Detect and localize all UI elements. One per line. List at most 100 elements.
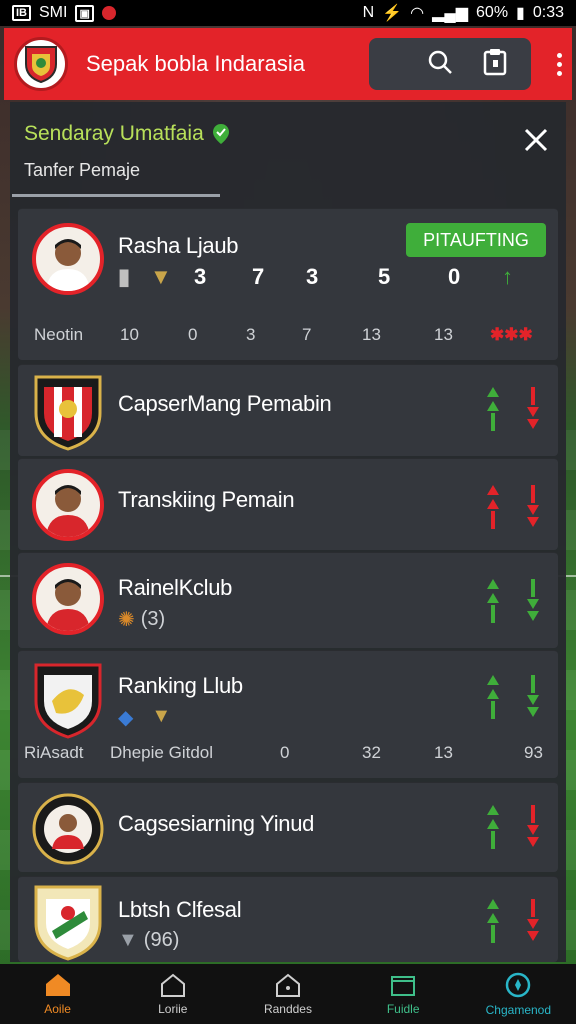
trend-down-icon <box>527 485 539 527</box>
list-item-name: Cagsesiarning Yinud <box>118 811 315 836</box>
numbers-label: Neotin <box>34 325 84 344</box>
number-value: 13 <box>362 325 381 344</box>
app-title: Sepak bobla Indarasia <box>86 51 305 76</box>
sim-icon: IB <box>12 5 31 21</box>
search-icon[interactable] <box>427 49 453 80</box>
nav-item-randdes[interactable]: Randdes <box>238 972 338 1016</box>
status-badge[interactable]: PITAUFTING <box>406 223 546 257</box>
nav-item-fuidle[interactable]: Fuidle <box>353 972 453 1016</box>
trend-down-icon <box>527 675 539 717</box>
nav-item-home[interactable]: Aoile <box>8 972 108 1016</box>
shield-icon: ▼ <box>151 705 172 727</box>
battery-level: 60% <box>476 4 509 21</box>
player-avatar <box>32 469 104 541</box>
location-pin-icon <box>212 124 229 144</box>
shield-icon: ▼ <box>150 264 172 289</box>
signal-icon: ▂▄▆ <box>432 5 469 22</box>
trend-up-icon <box>487 899 499 943</box>
list-item[interactable]: Lbtsh Clfesal ▼ (96) <box>18 876 558 962</box>
number-value: 0 <box>188 325 198 344</box>
list-item-name: CapserMang Pemabin <box>118 391 332 416</box>
stat-value: 3 <box>194 264 207 289</box>
number-value: 7 <box>302 325 312 344</box>
app-notification-icon <box>101 6 116 20</box>
house-outline-icon <box>160 973 185 997</box>
vibrate-icon: ⚡ <box>382 5 403 22</box>
trend-down-icon <box>527 579 539 621</box>
club-crest-icon <box>34 885 102 961</box>
home-badge-icon <box>275 973 300 997</box>
trend-down-icon <box>527 805 539 847</box>
panel-title-text: Sendaray Umatfaia <box>24 122 204 145</box>
list-item[interactable]: CapserMang Pemabin <box>18 364 558 456</box>
battery-icon: ▮ <box>516 5 525 22</box>
trend-arrows <box>486 805 540 849</box>
foot-sub: Dhepie Gitdol <box>110 743 214 762</box>
nfc-icon: N <box>362 4 375 21</box>
foot-value: 32 <box>362 743 381 762</box>
nav-label: Randdes <box>263 1002 312 1016</box>
folder-icon <box>391 976 416 996</box>
close-button[interactable] <box>516 120 556 160</box>
carrier-label: SMI <box>39 4 68 21</box>
list-item-sub: (3) <box>140 608 166 630</box>
list-item[interactable]: RainelKclub ✺ (3) <box>18 552 558 648</box>
player-name: Rasha Ljaub <box>118 233 239 258</box>
nav-label: Fuidle <box>386 1002 420 1016</box>
featured-player-card[interactable]: Rasha Ljaub PITAUFTING ▮ ▼ 3 7 3 5 0 ↑ N… <box>18 208 558 360</box>
clipboard-icon[interactable] <box>483 48 507 81</box>
nav-label: Loriie <box>158 1002 188 1016</box>
trend-up-icon <box>487 579 499 623</box>
foot-value: 13 <box>434 743 453 762</box>
number-value: 3 <box>246 325 256 344</box>
trend-arrows <box>486 899 540 943</box>
trend-arrows <box>486 675 540 719</box>
list-item[interactable]: Transkiing Pemain <box>18 458 558 550</box>
player-avatar <box>32 563 104 635</box>
stat-value: 0 <box>448 264 461 289</box>
list-item-sub: (96) <box>143 929 180 951</box>
list-item-name: Ranking Llub <box>118 673 243 698</box>
list-item-name: Lbtsh Clfesal <box>118 897 242 922</box>
compass-icon <box>506 972 531 998</box>
rank-icon: ◆ <box>118 707 134 729</box>
trend-up-icon <box>487 387 499 431</box>
foot-label: RiAsadt <box>24 743 84 762</box>
list-item-meta: ◆ ▼ <box>118 705 171 730</box>
list-item-name: Transkiing Pemain <box>118 487 295 512</box>
list-item[interactable]: Cagsesiarning Yinud <box>18 782 558 872</box>
close-icon[interactable] <box>516 120 556 160</box>
list-item-meta: ✺ (3) <box>118 607 165 632</box>
tab-indicator <box>12 194 220 197</box>
stat-value: 7 <box>252 264 265 289</box>
trend-up-icon: ↑ <box>502 264 513 289</box>
bottom-navigation: Aoile Loriie Randdes Fuidle Chgamenod <box>0 964 576 1024</box>
club-crest-icon <box>34 375 102 451</box>
trend-arrows <box>486 579 540 623</box>
player-avatar <box>32 223 104 295</box>
list-item-name: RainelKclub <box>118 575 233 600</box>
clock: 0:33 <box>532 4 564 21</box>
club-crest-icon <box>32 793 104 865</box>
panel-title: Sendaray Umatfaia <box>24 122 230 146</box>
more-menu-icon[interactable] <box>557 52 562 76</box>
nav-item-chgamenod[interactable]: Chgamenod <box>468 971 568 1017</box>
nav-label: Chgamenod <box>485 1003 552 1017</box>
image-icon: ▣ <box>75 4 94 22</box>
club-crest-icon <box>34 663 102 739</box>
list-item-meta: ▼ (96) <box>118 929 179 952</box>
app-logo[interactable] <box>14 37 68 91</box>
medal-icon: ✺ <box>118 609 135 631</box>
trend-arrows <box>486 387 540 431</box>
panel-subtitle: Tanfer Pemaje <box>24 160 141 180</box>
stat-value: 5 <box>378 264 391 289</box>
trend-down-icon <box>527 387 539 429</box>
trend-up-icon <box>487 485 499 529</box>
app-header: Sepak bobla Indarasia <box>4 28 572 100</box>
shield-icon: ▼ <box>118 929 138 951</box>
list-item[interactable]: Ranking Llub ◆ ▼ RiAsadt Dhepie Gitdol 0… <box>18 650 558 778</box>
nav-item-loriie[interactable]: Loriie <box>123 972 223 1016</box>
trend-arrows <box>486 485 540 529</box>
nav-label: Aoile <box>44 1002 71 1016</box>
status-bar: IB SMI ▣ N ⚡ ◠ ▂▄▆ 60% ▮ 0:33 <box>0 0 576 26</box>
